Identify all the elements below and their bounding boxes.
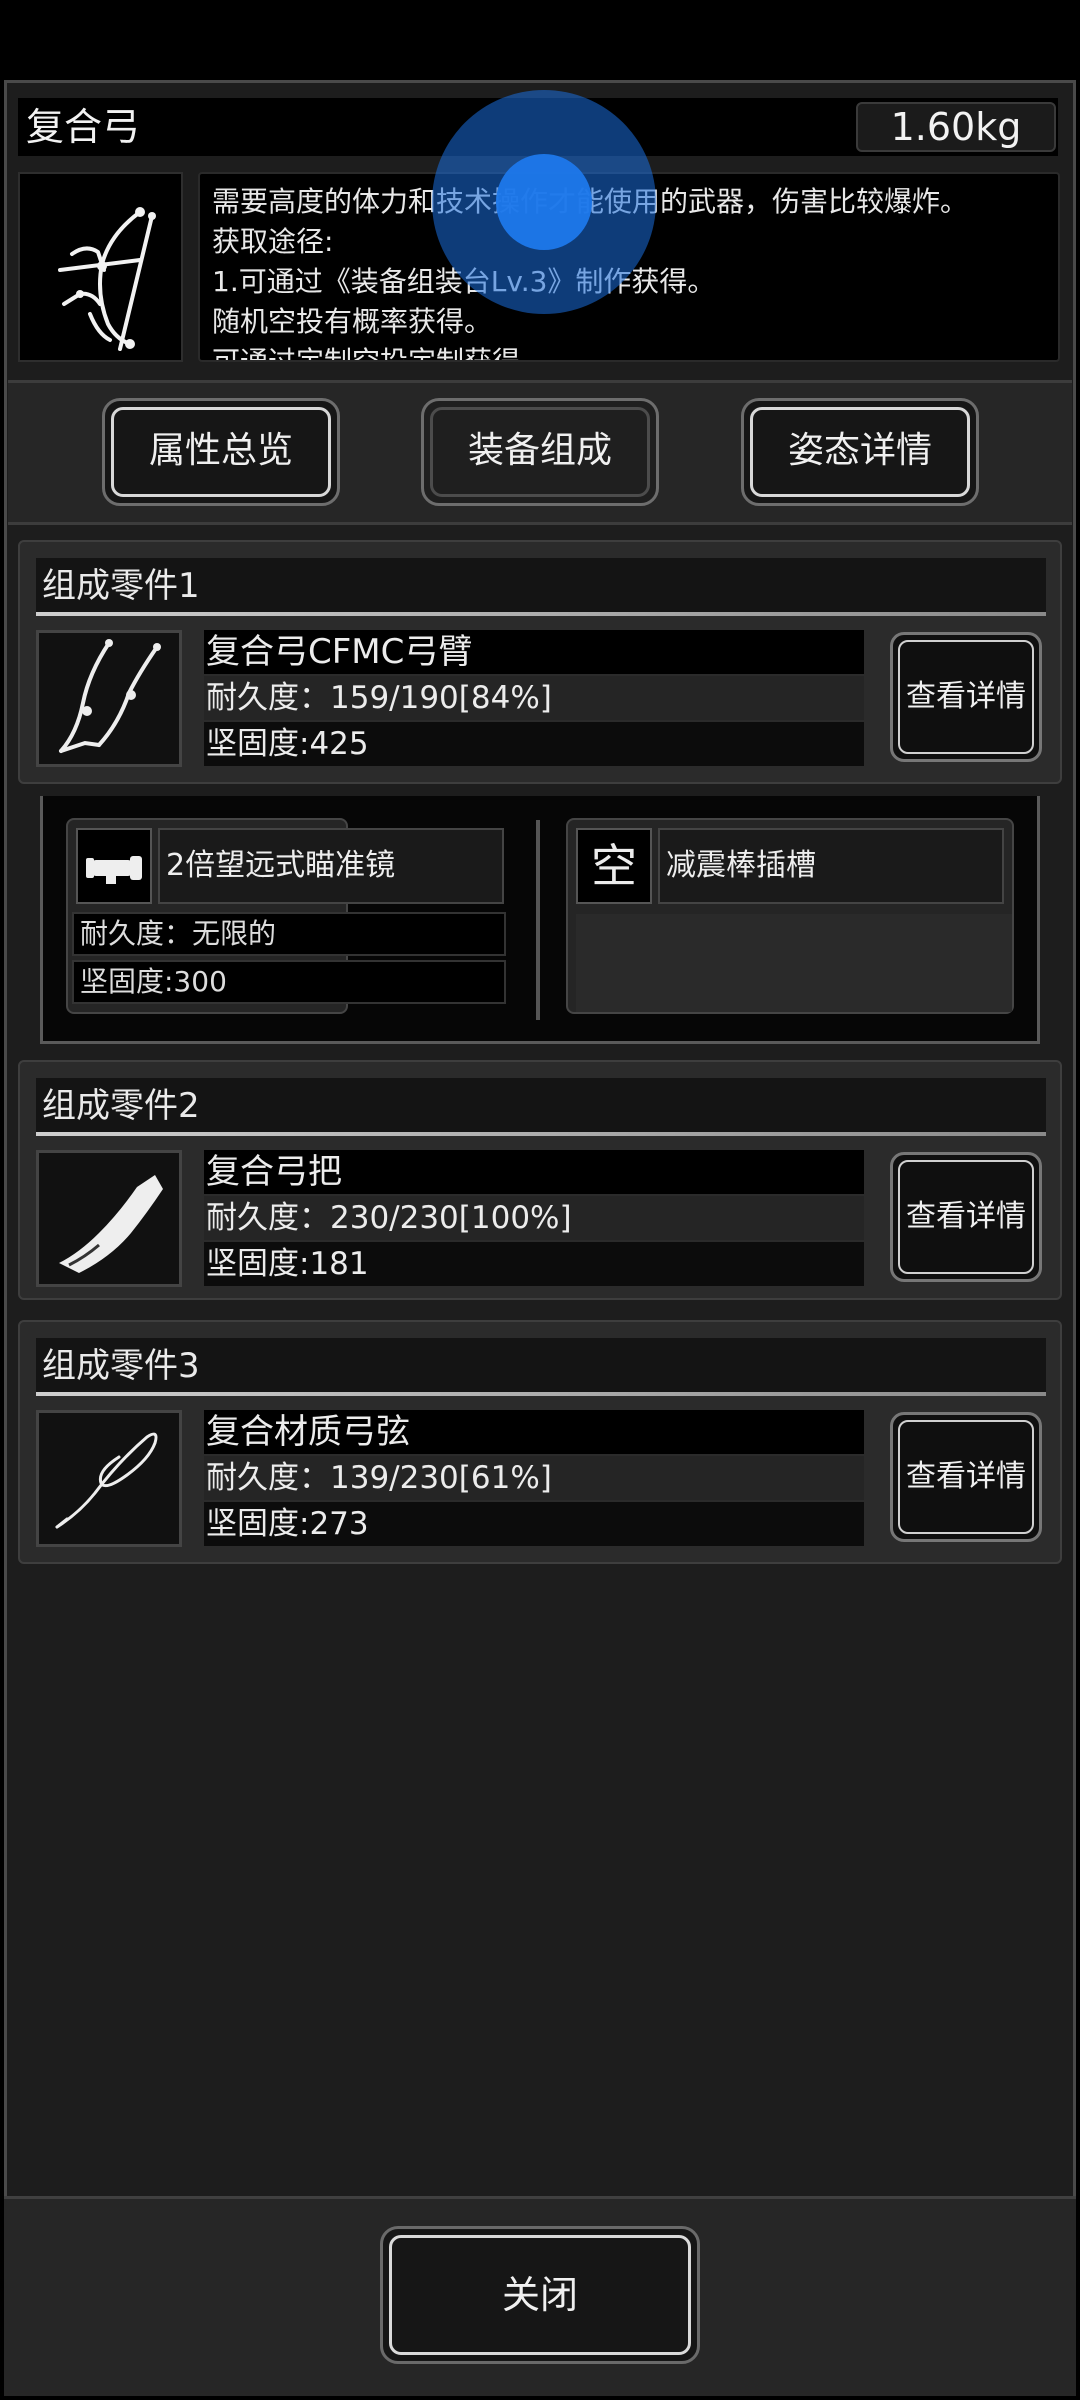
part-header: 组成零件2	[36, 1078, 1046, 1134]
bowstring-icon	[36, 1410, 182, 1547]
compound-bow-icon	[18, 172, 183, 362]
part-hardness: 坚固度:181	[204, 1242, 864, 1286]
attachment-hardness: 坚固度:300	[72, 960, 506, 1004]
empty-slot-marker: 空	[576, 828, 652, 904]
view-details-button[interactable]: 查看详情	[890, 1152, 1042, 1282]
divider	[536, 820, 540, 1020]
part-durability: 耐久度：159/190[84%]	[204, 676, 864, 720]
touch-indicator-dot	[496, 154, 592, 250]
status-bar	[0, 0, 1080, 80]
tab-equipment-composition[interactable]: 装备组成	[421, 398, 659, 506]
bow-limb-icon	[36, 630, 182, 767]
attachment-name: 2倍望远式瞄准镜	[158, 828, 504, 904]
part-hardness: 坚固度:273	[204, 1502, 864, 1546]
close-button[interactable]: 关闭	[380, 2226, 700, 2364]
part-hardness: 坚固度:425	[204, 722, 864, 766]
view-details-button[interactable]: 查看详情	[890, 1412, 1042, 1542]
part-durability: 耐久度：230/230[100%]	[204, 1196, 864, 1240]
item-weight: 1.60kg	[856, 102, 1056, 152]
empty-slot-area	[576, 914, 1012, 1012]
part-durability: 耐久度：139/230[61%]	[204, 1456, 864, 1500]
divider	[36, 1392, 1046, 1396]
description-line: 可通过定制空投定制获得	[212, 345, 521, 362]
part-header: 组成零件3	[36, 1338, 1046, 1394]
view-details-button[interactable]: 查看详情	[890, 632, 1042, 762]
scope-icon	[76, 828, 152, 904]
tab-stance-details[interactable]: 姿态详情	[741, 398, 979, 506]
tab-attribute-overview[interactable]: 属性总览	[102, 398, 340, 506]
part-name: 复合弓把	[204, 1150, 864, 1194]
part-name: 复合材质弓弦	[204, 1410, 864, 1454]
divider	[36, 1132, 1046, 1136]
divider	[36, 612, 1046, 616]
part-name: 复合弓CFMC弓臂	[204, 630, 864, 674]
description-line: 随机空投有概率获得。	[212, 305, 493, 338]
part-header: 组成零件1	[36, 558, 1046, 614]
attachment-durability: 耐久度：无限的	[72, 912, 506, 956]
item-title: 复合弓	[26, 105, 141, 149]
bow-grip-icon	[36, 1150, 182, 1287]
attachment-name: 减震棒插槽	[658, 828, 1004, 904]
